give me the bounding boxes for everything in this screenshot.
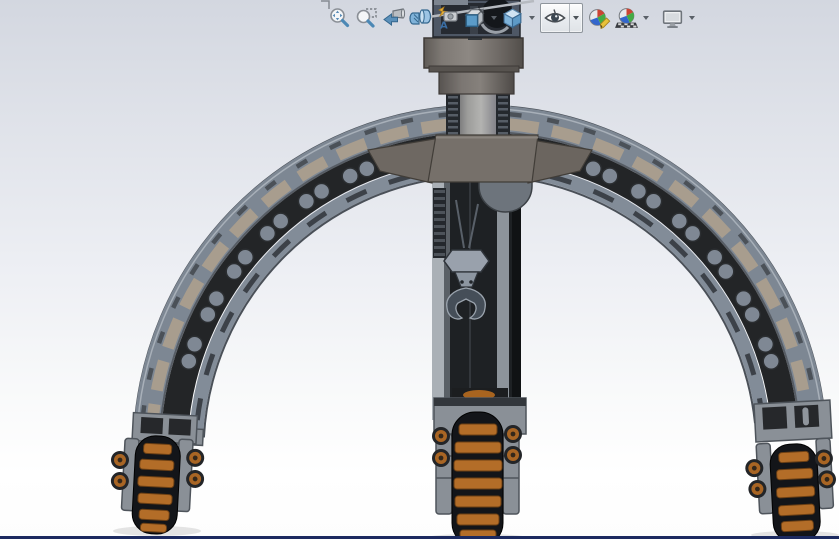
drum-lower-cylinder[interactable] — [438, 71, 515, 95]
display-style-icon — [502, 8, 523, 29]
zoom-to-fit-button[interactable] — [327, 5, 352, 32]
svg-text:A: A — [440, 21, 448, 31]
apply-scene-dropdown[interactable] — [641, 5, 650, 32]
zoom-to-area-icon — [356, 8, 377, 28]
hide-show-items-dropdown[interactable] — [569, 4, 582, 32]
hide-show-items-eye-icon — [544, 9, 566, 23]
drum-flange[interactable] — [423, 37, 524, 69]
hide-show-items-button[interactable] — [541, 4, 569, 32]
heads-up-view-toolbar: A — [327, 3, 696, 33]
view-orientation-icon — [464, 8, 485, 28]
section-view-button[interactable] — [408, 5, 433, 32]
right-wheel-assembly[interactable] — [742, 399, 839, 539]
view-orientation-dropdown[interactable] — [489, 5, 498, 32]
zoom-to-fit-icon — [329, 8, 349, 28]
apply-scene-button[interactable] — [614, 5, 639, 32]
previous-view-button[interactable] — [381, 5, 406, 32]
display-style-button[interactable] — [500, 5, 525, 32]
winch-drum[interactable] — [423, 37, 524, 95]
left-wheel-assembly[interactable] — [107, 411, 207, 537]
previous-view-icon — [382, 8, 405, 26]
edit-appearance-icon — [589, 8, 611, 29]
section-view-icon — [408, 9, 431, 25]
hide-show-items-group — [540, 3, 583, 33]
bracket-plate[interactable] — [427, 134, 539, 183]
hook-block[interactable] — [443, 249, 490, 273]
graphics-area[interactable]: A — [0, 0, 839, 539]
annotation-views-button[interactable]: A — [435, 5, 460, 32]
view-orientation-button[interactable] — [462, 5, 487, 32]
apply-scene-icon — [615, 7, 638, 28]
display-style-dropdown[interactable] — [527, 5, 536, 32]
center-wheel-assembly[interactable] — [432, 388, 527, 539]
edit-appearance-button[interactable] — [587, 5, 612, 32]
view-settings-dropdown[interactable] — [687, 5, 696, 32]
view-settings-button[interactable] — [660, 5, 685, 32]
view-settings-icon — [662, 9, 683, 28]
zoom-to-area-button[interactable] — [354, 5, 379, 32]
annotation-views-icon: A — [437, 6, 458, 31]
assembly-model[interactable] — [0, 0, 839, 539]
